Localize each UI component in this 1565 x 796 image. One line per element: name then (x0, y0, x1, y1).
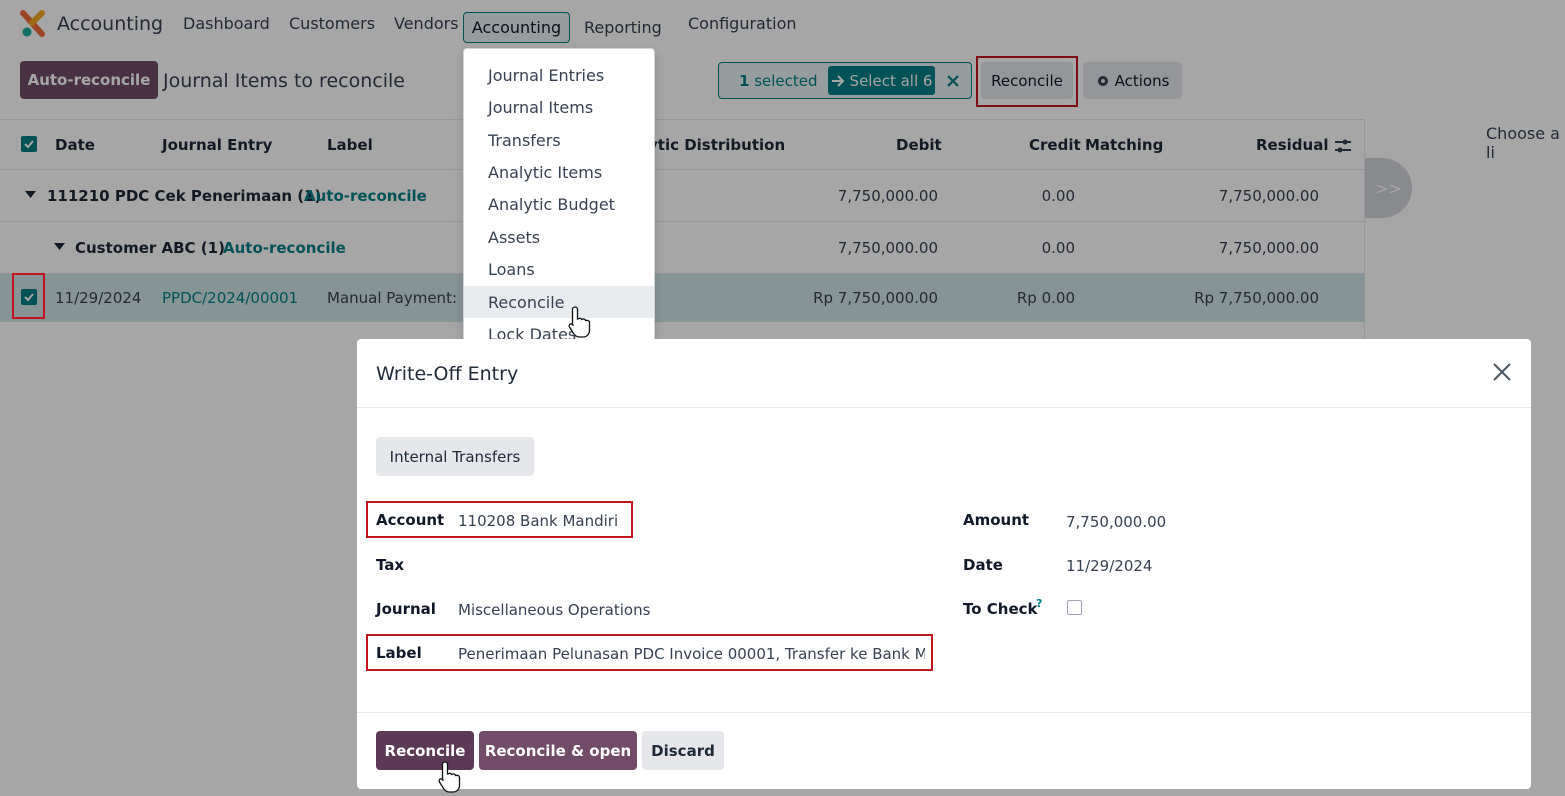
dialog-title: Write-Off Entry (376, 363, 519, 385)
date-label: Date (963, 556, 1003, 574)
tax-label: Tax (376, 556, 405, 574)
discard-button[interactable]: Discard (642, 731, 724, 770)
to-check-checkbox[interactable] (1067, 600, 1082, 615)
close-icon[interactable] (1491, 361, 1513, 383)
reconcile-open-button[interactable]: Reconcile & open (479, 731, 637, 770)
highlight-box (366, 501, 633, 538)
menu-item-analytic-items[interactable]: Analytic Items (464, 156, 654, 188)
amount-field[interactable]: 7,750,000.00 (1066, 513, 1166, 531)
amount-label: Amount (963, 511, 1030, 529)
hand-cursor-icon (568, 306, 591, 338)
journal-field[interactable]: Miscellaneous Operations (458, 601, 650, 619)
divider (357, 407, 1531, 408)
to-check-label: To Check (963, 600, 1038, 618)
menu-item-journal-entries[interactable]: Journal Entries (464, 59, 654, 91)
write-off-dialog: Write-Off Entry Internal Transfers Accou… (357, 339, 1531, 789)
menu-item-journal-items[interactable]: Journal Items (464, 91, 654, 123)
date-field[interactable]: 11/29/2024 (1066, 557, 1152, 575)
help-tooltip-icon[interactable]: ? (1036, 597, 1042, 610)
hand-cursor-icon (438, 761, 461, 793)
tax-field[interactable] (458, 549, 928, 579)
menu-item-analytic-budget[interactable]: Analytic Budget (464, 188, 654, 220)
highlight-box (366, 634, 933, 671)
highlight-box (12, 273, 45, 319)
menu-item-assets[interactable]: Assets (464, 221, 654, 253)
divider (357, 712, 1531, 713)
accounting-menu-dropdown: Journal Entries Journal Items Transfers … (463, 48, 655, 359)
journal-label: Journal (376, 600, 436, 618)
menu-item-transfers[interactable]: Transfers (464, 124, 654, 156)
menu-item-loans[interactable]: Loans (464, 253, 654, 285)
internal-transfers-button[interactable]: Internal Transfers (376, 437, 534, 476)
menu-item-reconcile[interactable]: Reconcile (464, 286, 654, 318)
